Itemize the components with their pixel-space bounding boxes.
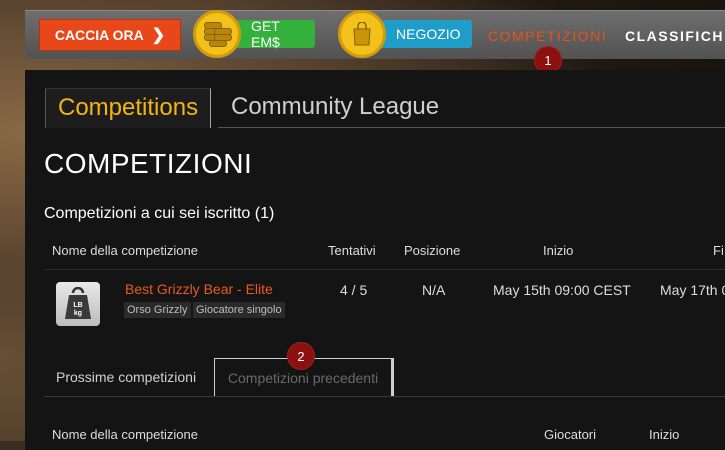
page-title: COMPETIZIONI [44, 148, 253, 179]
coins-icon [193, 10, 241, 58]
nav-rankings-link[interactable]: CLASSIFICH [625, 28, 724, 44]
tab-competitions[interactable]: Competitions [45, 88, 212, 128]
hunt-now-button[interactable]: CACCIA ORA ❯ [39, 19, 181, 51]
shopping-bag-icon [338, 10, 386, 58]
weight-icon: LB kg [56, 282, 100, 326]
competitions-panel: Competitions Community League COMPETIZIO… [25, 70, 725, 450]
top-navigation-bar: CACCIA ORA ❯ GET EM$ NEGOZIO COMPETIZION… [25, 10, 725, 59]
svg-text:LB: LB [73, 302, 82, 309]
subtabs-divider [44, 396, 725, 397]
end-value: May 17th 0 [660, 282, 725, 298]
nav-competitions-link[interactable]: COMPETIZIONI [488, 28, 607, 44]
competition-name-link[interactable]: Best Grizzly Bear - Elite [125, 281, 273, 297]
tab-community-league[interactable]: Community League [219, 88, 451, 127]
col-header-end: Fi [713, 243, 724, 258]
svg-text:kg: kg [74, 310, 82, 317]
col-header-attempts: Tentativi [328, 243, 376, 258]
position-value: N/A [422, 282, 446, 298]
tab-upcoming-competitions[interactable]: Prossime competizioni [56, 369, 196, 385]
tabs-divider [218, 127, 725, 128]
prev-col-header-name: Nome della competizione [52, 427, 198, 442]
tag-mode: Giocatore singolo [193, 302, 285, 318]
col-header-name: Nome della competizione [52, 243, 198, 258]
chevron-right-icon: ❯ [151, 27, 166, 44]
table-header-divider [44, 269, 725, 270]
shop-label: NEGOZIO [396, 26, 461, 42]
step-badge-2: 2 [287, 342, 315, 370]
get-ems-label: GET EM$ [251, 18, 280, 50]
prev-col-header-start: Inizio [649, 427, 680, 442]
col-header-position: Posizione [404, 243, 461, 258]
prev-col-header-players: Giocatori [544, 427, 597, 442]
hunt-now-label: CACCIA ORA [54, 27, 144, 43]
tag-species: Orso Grizzly [124, 302, 191, 318]
start-value: May 15th 09:00 CEST [493, 282, 631, 298]
attempts-value: 4 / 5 [340, 282, 368, 298]
enrolled-heading: Competizioni a cui sei iscritto (1) [44, 205, 275, 222]
col-header-start: Inizio [543, 243, 574, 258]
